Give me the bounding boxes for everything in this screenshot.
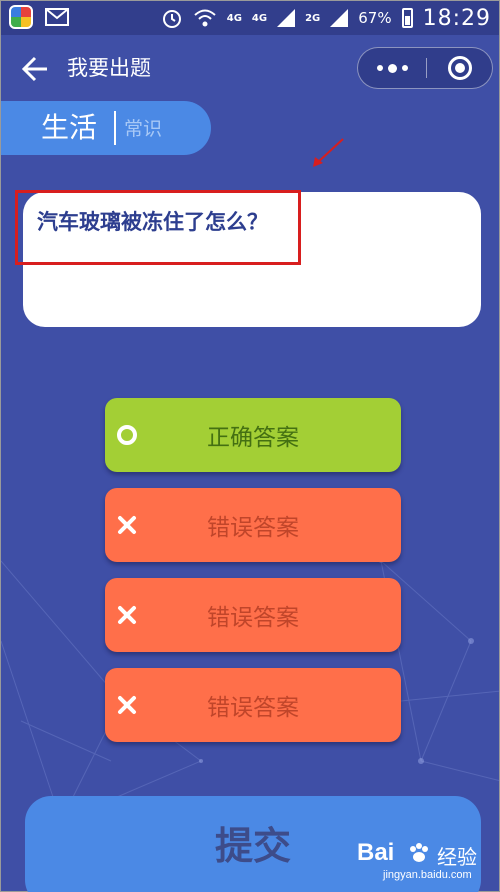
annotation-highlight-box [15,190,301,265]
back-arrow-icon[interactable] [19,53,51,85]
nav-bar: 我要出题 [1,35,499,101]
category-main: 生活 [41,111,98,144]
watermark-text: 经验 [437,845,477,869]
network-type-2: 4G [251,12,268,24]
option-label: 正确答案 [207,425,299,451]
clock: 18:29 [422,5,491,31]
category-separator [114,111,116,145]
annotation-arrow-icon [313,138,344,167]
alarm-icon [162,10,181,28]
paw-icon [410,843,428,862]
network-type-3: 2G [305,12,321,24]
battery-icon [401,8,413,28]
baidu-watermark: Bai 经验 jingyan.baidu.com [357,839,497,889]
mail-icon [45,8,69,26]
category-sub: 常识 [124,118,163,140]
wifi-icon [194,9,216,27]
close-mini-program-icon[interactable] [448,56,472,80]
more-options-icon[interactable] [358,48,426,88]
option-wrong-1[interactable]: 错误答案 [105,488,401,562]
option-label: 错误答案 [207,515,299,541]
page-title: 我要出题 [67,56,151,80]
signal-icon-2 [330,9,349,27]
category-tag[interactable]: 生活 常识 [1,101,211,155]
app-store-icon [9,5,33,29]
option-wrong-3[interactable]: 错误答案 [105,668,401,742]
baidu-logo: Bai [357,839,395,866]
signal-icon [277,9,296,27]
capsule-divider [426,58,427,78]
battery-percent: 67% [358,9,392,27]
option-label: 错误答案 [207,605,299,631]
watermark-domain: jingyan.baidu.com [383,869,472,881]
option-correct[interactable]: 正确答案 [105,398,401,472]
option-wrong-2[interactable]: 错误答案 [105,578,401,652]
status-bar: 4G 4G 2G 67% 18:29 [1,1,499,35]
option-label: 错误答案 [207,695,299,721]
network-type-1: 4G [226,12,242,24]
mini-program-capsule [357,47,493,89]
